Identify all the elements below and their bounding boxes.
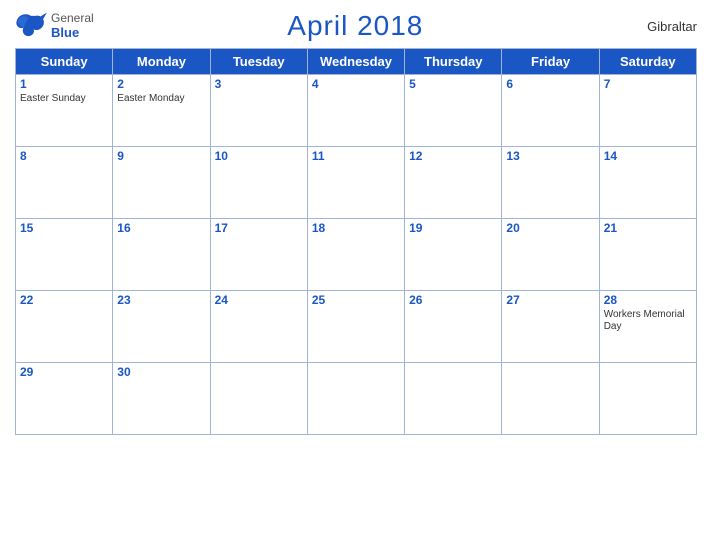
col-saturday: Saturday xyxy=(599,49,696,75)
calendar-week-row: 22 23 24 25 26 27 28 Workers Memorial Day xyxy=(16,291,697,363)
calendar-day: 20 xyxy=(502,219,599,291)
day-number: 11 xyxy=(312,149,400,163)
day-number: 12 xyxy=(409,149,497,163)
calendar-day: 7 xyxy=(599,75,696,147)
calendar-day: 6 xyxy=(502,75,599,147)
calendar-day: 3 xyxy=(210,75,307,147)
logo: General Blue xyxy=(15,11,94,41)
calendar-day: 28 Workers Memorial Day xyxy=(599,291,696,363)
calendar-table: Sunday Monday Tuesday Wednesday Thursday… xyxy=(15,48,697,435)
day-number: 28 xyxy=(604,293,692,307)
day-number: 27 xyxy=(506,293,594,307)
day-number: 22 xyxy=(20,293,108,307)
calendar-title: April 2018 xyxy=(94,10,617,42)
day-number: 19 xyxy=(409,221,497,235)
calendar-day: 8 xyxy=(16,147,113,219)
col-sunday: Sunday xyxy=(16,49,113,75)
calendar-title-area: April 2018 xyxy=(94,10,617,42)
day-number: 7 xyxy=(604,77,692,91)
day-number: 5 xyxy=(409,77,497,91)
day-number: 24 xyxy=(215,293,303,307)
calendar-day xyxy=(502,363,599,435)
day-event: Workers Memorial Day xyxy=(604,309,692,333)
calendar-day: 24 xyxy=(210,291,307,363)
day-number: 2 xyxy=(117,77,205,91)
calendar-day: 21 xyxy=(599,219,696,291)
day-number: 29 xyxy=(20,365,108,379)
calendar-day: 15 xyxy=(16,219,113,291)
calendar-day: 5 xyxy=(405,75,502,147)
calendar-day: 1 Easter Sunday xyxy=(16,75,113,147)
logo-general: General xyxy=(51,11,94,25)
calendar-container: General Blue April 2018 Gibraltar Sunday… xyxy=(0,0,712,550)
day-event: Easter Sunday xyxy=(20,93,108,105)
calendar-day: 23 xyxy=(113,291,210,363)
calendar-day xyxy=(210,363,307,435)
calendar-week-row: 29 30 xyxy=(16,363,697,435)
calendar-day: 16 xyxy=(113,219,210,291)
day-number: 4 xyxy=(312,77,400,91)
day-number: 1 xyxy=(20,77,108,91)
calendar-day xyxy=(307,363,404,435)
day-number: 25 xyxy=(312,293,400,307)
logo-text: General Blue xyxy=(51,11,94,41)
calendar-day: 2 Easter Monday xyxy=(113,75,210,147)
calendar-day: 30 xyxy=(113,363,210,435)
day-number: 10 xyxy=(215,149,303,163)
calendar-day: 12 xyxy=(405,147,502,219)
day-number: 30 xyxy=(117,365,205,379)
day-number: 21 xyxy=(604,221,692,235)
calendar-day: 11 xyxy=(307,147,404,219)
col-monday: Monday xyxy=(113,49,210,75)
country-label: Gibraltar xyxy=(617,19,697,34)
col-thursday: Thursday xyxy=(405,49,502,75)
calendar-header-row: Sunday Monday Tuesday Wednesday Thursday… xyxy=(16,49,697,75)
logo-blue: Blue xyxy=(51,25,94,41)
calendar-day: 17 xyxy=(210,219,307,291)
calendar-week-row: 15 16 17 18 19 20 21 xyxy=(16,219,697,291)
day-number: 15 xyxy=(20,221,108,235)
calendar-day: 18 xyxy=(307,219,404,291)
calendar-week-row: 1 Easter Sunday 2 Easter Monday 34567 xyxy=(16,75,697,147)
day-number: 9 xyxy=(117,149,205,163)
day-number: 6 xyxy=(506,77,594,91)
calendar-day: 26 xyxy=(405,291,502,363)
calendar-day: 14 xyxy=(599,147,696,219)
calendar-day: 9 xyxy=(113,147,210,219)
calendar-day: 19 xyxy=(405,219,502,291)
calendar-day: 13 xyxy=(502,147,599,219)
day-number: 13 xyxy=(506,149,594,163)
col-wednesday: Wednesday xyxy=(307,49,404,75)
day-number: 17 xyxy=(215,221,303,235)
calendar-day: 29 xyxy=(16,363,113,435)
day-number: 26 xyxy=(409,293,497,307)
calendar-day xyxy=(405,363,502,435)
col-tuesday: Tuesday xyxy=(210,49,307,75)
logo-icon xyxy=(15,12,47,40)
calendar-day: 27 xyxy=(502,291,599,363)
day-number: 23 xyxy=(117,293,205,307)
calendar-day xyxy=(599,363,696,435)
calendar-header: General Blue April 2018 Gibraltar xyxy=(15,10,697,42)
day-number: 20 xyxy=(506,221,594,235)
calendar-day: 4 xyxy=(307,75,404,147)
calendar-day: 10 xyxy=(210,147,307,219)
day-event: Easter Monday xyxy=(117,93,205,105)
col-friday: Friday xyxy=(502,49,599,75)
day-number: 18 xyxy=(312,221,400,235)
day-number: 3 xyxy=(215,77,303,91)
day-number: 16 xyxy=(117,221,205,235)
day-number: 8 xyxy=(20,149,108,163)
day-number: 14 xyxy=(604,149,692,163)
calendar-day: 22 xyxy=(16,291,113,363)
calendar-day: 25 xyxy=(307,291,404,363)
calendar-week-row: 89 10 11 12 13 14 xyxy=(16,147,697,219)
